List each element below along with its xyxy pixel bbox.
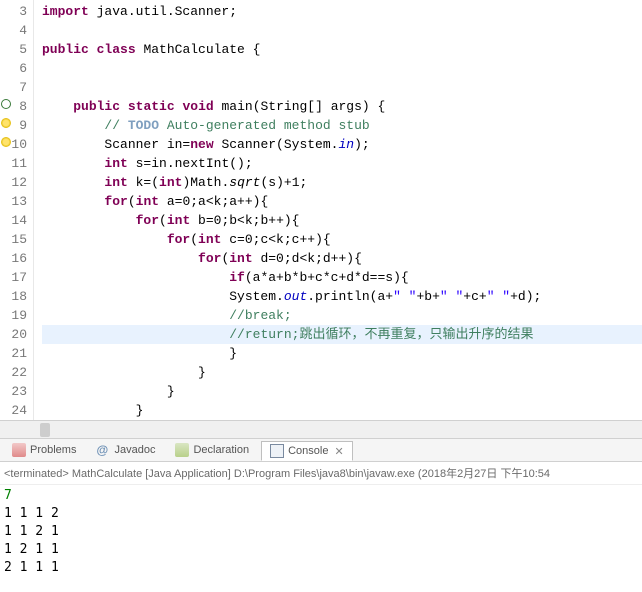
- code-line[interactable]: }: [42, 363, 642, 382]
- line-number: 13: [0, 192, 33, 211]
- views-tabbar[interactable]: Problems @ Javadoc Declaration Console ✕: [0, 438, 642, 462]
- tab-declaration[interactable]: Declaration: [167, 441, 257, 459]
- code-line[interactable]: }: [42, 382, 642, 401]
- tab-console[interactable]: Console ✕: [261, 441, 353, 461]
- line-number: 5: [0, 40, 33, 59]
- line-number: 10: [0, 135, 33, 154]
- line-number: 11: [0, 154, 33, 173]
- console-output-line: 1 2 1 1: [4, 541, 638, 559]
- horizontal-scrollbar[interactable]: [0, 420, 642, 438]
- code-line[interactable]: [42, 59, 642, 78]
- code-line[interactable]: public class MathCalculate {: [42, 40, 642, 59]
- line-number-gutter: 3456789101112131415161718192021222324: [0, 0, 34, 420]
- override-marker-icon: [1, 99, 11, 109]
- tab-javadoc[interactable]: @ Javadoc: [88, 441, 163, 459]
- code-line[interactable]: int k=(int)Math.sqrt(s)+1;: [42, 173, 642, 192]
- line-number: 9: [0, 116, 33, 135]
- line-number: 14: [0, 211, 33, 230]
- line-number: 17: [0, 268, 33, 287]
- tab-label: Console: [288, 445, 328, 457]
- code-line[interactable]: //break;: [42, 306, 642, 325]
- code-line[interactable]: for(int b=0;b<k;b++){: [42, 211, 642, 230]
- line-number: 19: [0, 306, 33, 325]
- code-line[interactable]: int s=in.nextInt();: [42, 154, 642, 173]
- line-number: 8: [0, 97, 33, 116]
- console-output-line: 1 1 1 2: [4, 505, 638, 523]
- line-number: 15: [0, 230, 33, 249]
- console-output-line: 2 1 1 1: [4, 559, 638, 577]
- line-number: 3: [0, 2, 33, 21]
- code-line[interactable]: }: [42, 344, 642, 363]
- line-number: 20: [0, 325, 33, 344]
- tab-label: Problems: [30, 444, 76, 456]
- code-line[interactable]: Scanner in=new Scanner(System.in);: [42, 135, 642, 154]
- line-number: 6: [0, 59, 33, 78]
- line-number: 18: [0, 287, 33, 306]
- scrollbar-thumb[interactable]: [40, 423, 50, 437]
- lightbulb-icon: [1, 137, 11, 147]
- line-number: 23: [0, 382, 33, 401]
- declaration-icon: [175, 443, 189, 457]
- problems-icon: [12, 443, 26, 457]
- line-number: 7: [0, 78, 33, 97]
- code-line[interactable]: }: [42, 401, 642, 420]
- code-area[interactable]: import java.util.Scanner; public class Ma…: [34, 0, 642, 420]
- tab-label: Declaration: [193, 444, 249, 456]
- code-line[interactable]: System.out.println(a+" "+b+" "+c+" "+d);: [42, 287, 642, 306]
- code-line[interactable]: for(int a=0;a<k;a++){: [42, 192, 642, 211]
- tab-label: Javadoc: [114, 444, 155, 456]
- close-icon[interactable]: ✕: [334, 445, 343, 458]
- code-line[interactable]: if(a*a+b*b+c*c+d*d==s){: [42, 268, 642, 287]
- code-line[interactable]: for(int c=0;c<k;c++){: [42, 230, 642, 249]
- line-number: 12: [0, 173, 33, 192]
- code-line[interactable]: import java.util.Scanner;: [42, 2, 642, 21]
- javadoc-icon: @: [96, 443, 110, 457]
- line-number: 16: [0, 249, 33, 268]
- line-number: 21: [0, 344, 33, 363]
- tab-problems[interactable]: Problems: [4, 441, 84, 459]
- code-line[interactable]: // TODO Auto-generated method stub: [42, 116, 642, 135]
- code-line[interactable]: for(int d=0;d<k;d++){: [42, 249, 642, 268]
- line-number: 22: [0, 363, 33, 382]
- code-editor[interactable]: 3456789101112131415161718192021222324 im…: [0, 0, 642, 420]
- console-output[interactable]: 71 1 1 21 1 2 11 2 1 12 1 1 1: [0, 485, 642, 579]
- code-line[interactable]: [42, 78, 642, 97]
- console-header: <terminated> MathCalculate [Java Applica…: [0, 462, 642, 485]
- code-line[interactable]: public static void main(String[] args) {: [42, 97, 642, 116]
- console-input-line: 7: [4, 487, 638, 505]
- line-number: 4: [0, 21, 33, 40]
- lightbulb-icon: [1, 118, 11, 128]
- line-number: 24: [0, 401, 33, 420]
- code-line[interactable]: //return;跳出循环，不再重复，只输出升序的结果: [42, 325, 642, 344]
- code-line[interactable]: [42, 21, 642, 40]
- console-output-line: 1 1 2 1: [4, 523, 638, 541]
- console-icon: [270, 444, 284, 458]
